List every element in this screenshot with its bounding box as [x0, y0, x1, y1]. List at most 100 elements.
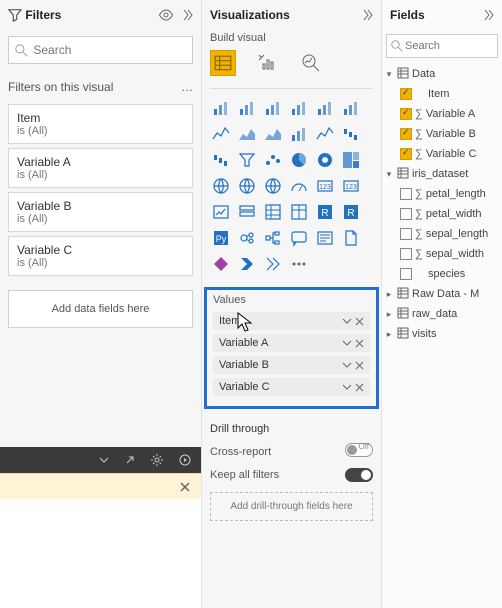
table-row[interactable]: ▾iris_dataset	[384, 164, 500, 184]
filter-card[interactable]: Variable Cis (All)	[8, 236, 193, 276]
tab-fields[interactable]	[210, 50, 236, 76]
field-row[interactable]: ∑ petal_length	[384, 184, 500, 204]
field-row[interactable]: ∑ sepal_width	[384, 244, 500, 264]
chevron-down-icon[interactable]	[342, 360, 352, 370]
remove-icon[interactable]	[355, 383, 364, 392]
tab-analytics[interactable]	[298, 50, 324, 76]
viz-line-clustered-icon[interactable]	[314, 123, 336, 145]
drill-drop-zone[interactable]: Add drill-through fields here	[210, 492, 373, 521]
collapse-icon[interactable]	[361, 9, 373, 21]
viz-funnel-icon[interactable]	[236, 149, 258, 171]
viz-r-visual-icon[interactable]: R	[314, 201, 336, 223]
viz-card-icon[interactable]: 123	[314, 175, 336, 197]
fields-search-input[interactable]	[403, 39, 502, 53]
field-row[interactable]: ∑ sepal_length	[384, 224, 500, 244]
checkbox[interactable]	[400, 88, 412, 100]
table-row[interactable]: ▸Raw Data - M	[384, 284, 500, 304]
viz-kpi-icon[interactable]	[210, 201, 232, 223]
viz-key-influencers-icon[interactable]	[236, 227, 258, 249]
collapse-icon[interactable]	[482, 9, 494, 21]
filter-card[interactable]: Variable Bis (All)	[8, 192, 193, 232]
checkbox[interactable]	[400, 108, 412, 120]
eye-icon[interactable]	[158, 9, 174, 21]
viz-ellipsis-icon[interactable]	[288, 253, 310, 275]
keep-filters-toggle[interactable]	[345, 468, 373, 482]
viz-r-script-icon[interactable]: R	[340, 201, 362, 223]
viz-ribbon-icon[interactable]	[340, 123, 362, 145]
checkbox[interactable]	[400, 188, 412, 200]
gear-icon[interactable]	[151, 454, 163, 466]
remove-icon[interactable]	[355, 361, 364, 370]
viz-slicer-icon[interactable]	[236, 201, 258, 223]
viz-powerapps-icon[interactable]	[210, 253, 232, 275]
viz-waterfall-icon[interactable]	[210, 149, 232, 171]
viz-qna-icon[interactable]	[288, 227, 310, 249]
checkbox[interactable]	[400, 268, 412, 280]
checkbox[interactable]	[400, 248, 412, 260]
viz-python-icon[interactable]: Py	[210, 227, 232, 249]
fields-search[interactable]	[386, 34, 498, 58]
value-field[interactable]: Item	[213, 312, 370, 330]
chevron-down-icon[interactable]	[99, 455, 109, 465]
filters-search[interactable]	[8, 36, 193, 64]
remove-icon[interactable]	[355, 317, 364, 326]
value-field[interactable]: Variable A	[213, 334, 370, 352]
viz-scatter-icon[interactable]	[262, 149, 284, 171]
field-row[interactable]: ∑ petal_width	[384, 204, 500, 224]
viz-azure-map-icon[interactable]	[262, 175, 284, 197]
chevron-down-icon[interactable]	[342, 382, 352, 392]
viz-gauge-icon[interactable]	[288, 175, 310, 197]
viz-get-more-icon[interactable]	[262, 253, 284, 275]
viz-filled-map-icon[interactable]	[236, 175, 258, 197]
checkbox[interactable]	[400, 228, 412, 240]
viz-map-icon[interactable]	[210, 175, 232, 197]
viz-narrative-icon[interactable]	[314, 227, 336, 249]
viz-table-icon[interactable]	[262, 201, 284, 223]
value-field[interactable]: Variable C	[213, 378, 370, 396]
viz-stacked-area-icon[interactable]	[262, 123, 284, 145]
viz-donut-icon[interactable]	[314, 149, 336, 171]
field-row[interactable]: ∑ Variable B	[384, 124, 500, 144]
table-row[interactable]: ▾Data	[384, 64, 500, 84]
viz-powerautomate-icon[interactable]	[236, 253, 258, 275]
viz-100-stacked-bar-icon[interactable]	[314, 97, 336, 119]
value-field[interactable]: Variable B	[213, 356, 370, 374]
viz-line-icon[interactable]	[210, 123, 232, 145]
viz-area-icon[interactable]	[236, 123, 258, 145]
filters-search-input[interactable]	[31, 42, 190, 58]
viz-100-stacked-column-icon[interactable]	[340, 97, 362, 119]
table-row[interactable]: ▸visits	[384, 324, 500, 344]
filter-card[interactable]: Variable Ais (All)	[8, 148, 193, 188]
collapse-icon[interactable]	[181, 9, 193, 21]
ellipsis-icon[interactable]: …	[181, 80, 193, 94]
checkbox[interactable]	[400, 208, 412, 220]
viz-pie-icon[interactable]	[288, 149, 310, 171]
viz-multi-row-card-icon[interactable]: 123	[340, 175, 362, 197]
viz-stacked-column-icon[interactable]	[236, 97, 258, 119]
field-row[interactable]: ∑ Variable C	[384, 144, 500, 164]
arrow-up-right-icon[interactable]	[125, 455, 135, 465]
checkbox[interactable]	[400, 128, 412, 140]
field-row[interactable]: species	[384, 264, 500, 284]
viz-matrix-icon[interactable]	[288, 201, 310, 223]
tab-format[interactable]	[254, 50, 280, 76]
play-circle-icon[interactable]	[179, 454, 191, 466]
field-row[interactable]: Item	[384, 84, 500, 104]
visualizations-pane: Visualizations Build visual 123123RRPy V…	[202, 0, 382, 608]
filters-drop-zone[interactable]: Add data fields here	[8, 290, 193, 328]
viz-treemap-icon[interactable]	[340, 149, 362, 171]
viz-stacked-bar-icon[interactable]	[210, 97, 232, 119]
remove-icon[interactable]	[355, 339, 364, 348]
filter-card[interactable]: Itemis (All)	[8, 104, 193, 144]
field-row[interactable]: ∑ Variable A	[384, 104, 500, 124]
chevron-down-icon[interactable]	[342, 316, 352, 326]
chevron-down-icon[interactable]	[342, 338, 352, 348]
viz-clustered-column-icon[interactable]	[288, 97, 310, 119]
close-icon[interactable]	[179, 481, 191, 493]
viz-clustered-bar-icon[interactable]	[262, 97, 284, 119]
viz-paginated-icon[interactable]	[340, 227, 362, 249]
table-row[interactable]: ▸raw_data	[384, 304, 500, 324]
viz-decomposition-tree-icon[interactable]	[262, 227, 284, 249]
checkbox[interactable]	[400, 148, 412, 160]
viz-line-column-icon[interactable]	[288, 123, 310, 145]
